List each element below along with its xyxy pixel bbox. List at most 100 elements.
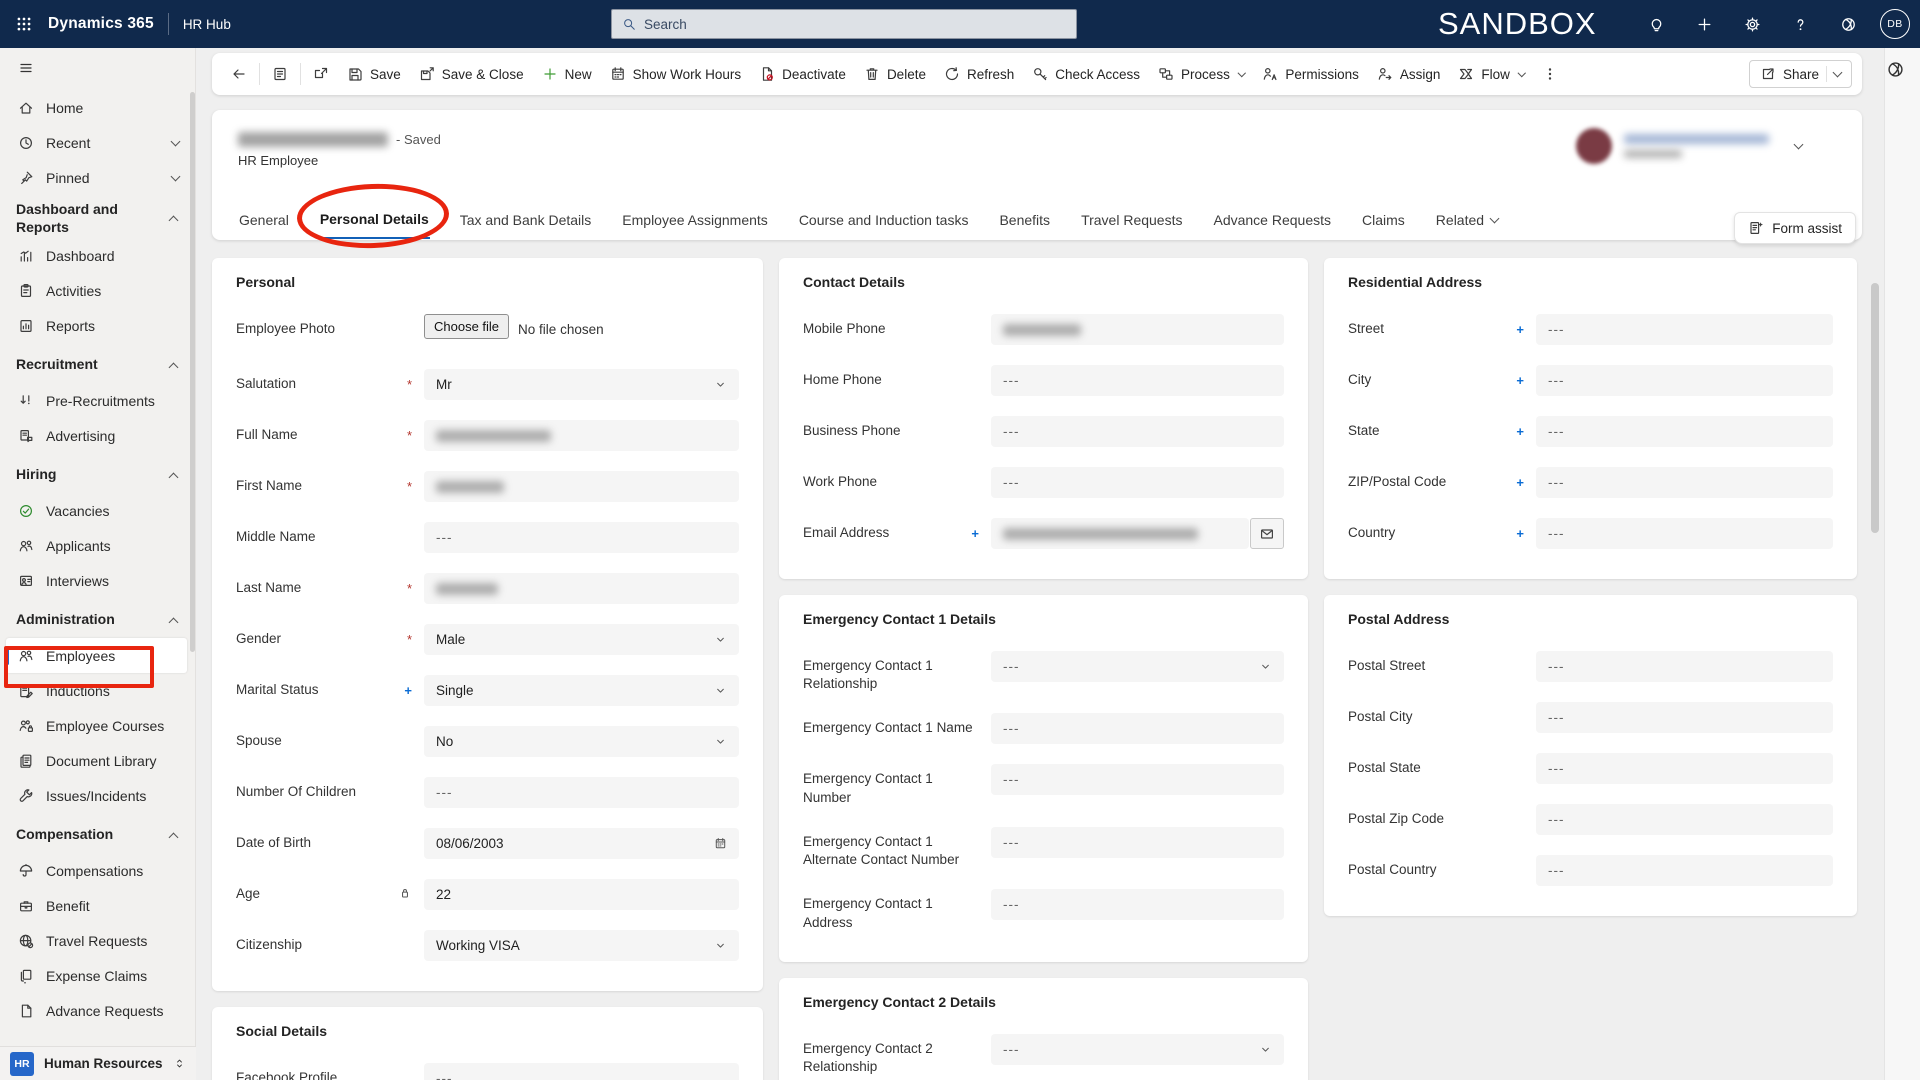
command-new[interactable]: New (533, 60, 601, 88)
emergency-contact-1-name-input[interactable]: --- (991, 713, 1284, 745)
sidebar-group-dashboard-and-reports[interactable]: Dashboard and Reports (0, 195, 189, 238)
dynamics-sphere-icon[interactable] (1828, 0, 1868, 48)
tab-tax-and-bank-details[interactable]: Tax and Bank Details (459, 202, 593, 238)
command-save[interactable]: Save (338, 60, 410, 88)
command-check-access[interactable]: Check Access (1023, 60, 1149, 88)
main-scrollbar[interactable] (1871, 283, 1879, 533)
sidebar-scrollbar[interactable] (190, 92, 195, 652)
command-show-work-hours[interactable]: Show Work Hours (601, 60, 751, 88)
command-save-close[interactable]: Save & Close (410, 60, 533, 88)
tab-related[interactable]: Related (1435, 202, 1500, 238)
sidebar-item-advertising[interactable]: Advertising (0, 418, 189, 453)
spouse-select[interactable]: No (424, 726, 739, 757)
sidebar-group-hiring[interactable]: Hiring (0, 453, 189, 493)
sidebar-item-inductions[interactable]: Inductions (0, 673, 189, 708)
tab-employee-assignments[interactable]: Employee Assignments (621, 202, 769, 238)
number-of-children-input[interactable]: --- (424, 777, 739, 808)
record-owner[interactable] (1576, 128, 1804, 164)
business-phone-input[interactable]: --- (991, 416, 1284, 447)
emergency-contact-1-relationship-select[interactable]: --- (991, 651, 1284, 682)
sidebar-item-advance-requests[interactable]: Advance Requests (0, 993, 189, 1028)
tab-advance-requests[interactable]: Advance Requests (1212, 202, 1332, 238)
form-assist-button[interactable]: Form assist (1734, 212, 1856, 244)
sidebar-group-recruitment[interactable]: Recruitment (0, 343, 189, 383)
sidebar-item-vacancies[interactable]: Vacancies (0, 493, 189, 528)
email-icon-button[interactable] (1250, 518, 1284, 549)
command-process[interactable]: Process (1149, 60, 1253, 88)
sidebar-item-recent[interactable]: Recent (0, 125, 189, 160)
app-area-label[interactable]: HR Hub (183, 17, 231, 32)
full-name-input[interactable] (424, 420, 739, 451)
email-address-input[interactable] (991, 518, 1249, 549)
sidebar-item-home[interactable]: Home (0, 90, 189, 125)
postal-state-input[interactable]: --- (1536, 753, 1833, 784)
first-name-input[interactable] (424, 471, 739, 502)
command-popout[interactable] (304, 60, 338, 88)
command-assign[interactable]: Assign (1368, 60, 1450, 88)
marital-status-select[interactable]: Single (424, 675, 739, 706)
emergency-contact-1-address-input[interactable]: --- (991, 889, 1284, 921)
tab-benefits[interactable]: Benefits (998, 202, 1051, 238)
help-icon[interactable] (1780, 0, 1820, 48)
command-flow[interactable]: Flow (1449, 60, 1533, 88)
middle-name-input[interactable]: --- (424, 522, 739, 553)
sidebar-item-reports[interactable]: Reports (0, 308, 189, 343)
sidebar-item-interviews[interactable]: Interviews (0, 563, 189, 598)
postal-street-input[interactable]: --- (1536, 651, 1833, 682)
waffle-icon[interactable] (0, 0, 48, 48)
command-delete[interactable]: Delete (855, 60, 935, 88)
mobile-phone-input[interactable] (991, 314, 1284, 345)
home-phone-input[interactable]: --- (991, 365, 1284, 396)
last-name-input[interactable] (424, 573, 739, 604)
city-input[interactable]: --- (1536, 365, 1833, 396)
tab-personal-details[interactable]: Personal Details (318, 201, 430, 239)
gender-select[interactable]: Male (424, 624, 739, 655)
share-button[interactable]: Share (1748, 60, 1852, 88)
sidebar-item-activities[interactable]: Activities (0, 273, 189, 308)
command-deactivate[interactable]: Deactivate (750, 60, 855, 88)
command-permissions[interactable]: Permissions (1253, 60, 1368, 88)
sidebar-item-travel-requests[interactable]: Travel Requests (0, 923, 189, 958)
dynamics-sphere-icon[interactable] (1885, 60, 1905, 79)
lightbulb-icon[interactable] (1636, 0, 1676, 48)
age-input[interactable]: 22 (424, 879, 739, 910)
tab-course-and-induction-tasks[interactable]: Course and Induction tasks (798, 202, 970, 238)
hamburger-menu-icon[interactable] (4, 48, 48, 88)
sidebar-item-employee-courses[interactable]: Employee Courses (0, 708, 189, 743)
salutation-select[interactable]: Mr (424, 369, 739, 400)
search-input[interactable]: Search (611, 9, 1077, 39)
zip-postal-code-input[interactable]: --- (1536, 467, 1833, 498)
tab-travel-requests[interactable]: Travel Requests (1080, 202, 1183, 238)
emergency-contact-2-relationship-select[interactable]: --- (991, 1033, 1284, 1065)
sidebar-item-employees[interactable]: Employees (6, 638, 187, 673)
sidebar-item-pinned[interactable]: Pinned (0, 160, 189, 195)
add-icon[interactable] (1684, 0, 1724, 48)
facebook-profile-input[interactable]: --- (424, 1063, 739, 1080)
postal-city-input[interactable]: --- (1536, 702, 1833, 733)
sidebar-group-administration[interactable]: Administration (0, 598, 189, 638)
settings-gear-icon[interactable] (1732, 0, 1772, 48)
sidebar-item-benefit[interactable]: Benefit (0, 888, 189, 923)
tab-claims[interactable]: Claims (1361, 202, 1406, 238)
citizenship-select[interactable]: Working VISA (424, 930, 739, 961)
state-input[interactable]: --- (1536, 416, 1833, 447)
sidebar-item-applicants[interactable]: Applicants (0, 528, 189, 563)
date-of-birth-input[interactable]: 08/06/2003 (424, 828, 739, 859)
app-brand[interactable]: Dynamics 365 (48, 15, 154, 33)
sidebar-item-issues-incidents[interactable]: Issues/Incidents (0, 778, 189, 813)
command-refresh[interactable]: Refresh (935, 60, 1023, 88)
postal-zip-code-input[interactable]: --- (1536, 804, 1833, 835)
tab-general[interactable]: General (238, 202, 290, 238)
sidebar-item-document-library[interactable]: Document Library (0, 743, 189, 778)
choose-file-button[interactable]: Choose file (424, 314, 510, 339)
emergency-contact-1-number-input[interactable]: --- (991, 764, 1284, 796)
work-phone-input[interactable]: --- (991, 467, 1284, 498)
sidebar-footer[interactable]: HR Human Resources (0, 1046, 196, 1080)
sidebar-group-compensation[interactable]: Compensation (0, 813, 189, 853)
sidebar-item-dashboard[interactable]: Dashboard (0, 238, 189, 273)
chevron-down-icon[interactable] (1793, 139, 1804, 150)
emergency-contact-1-alternate-contact-number-input[interactable]: --- (991, 826, 1284, 858)
sidebar-item-pre-recruitments[interactable]: Pre-Recruitments (0, 383, 189, 418)
country-input[interactable]: --- (1536, 518, 1833, 549)
command-list[interactable] (263, 60, 297, 88)
